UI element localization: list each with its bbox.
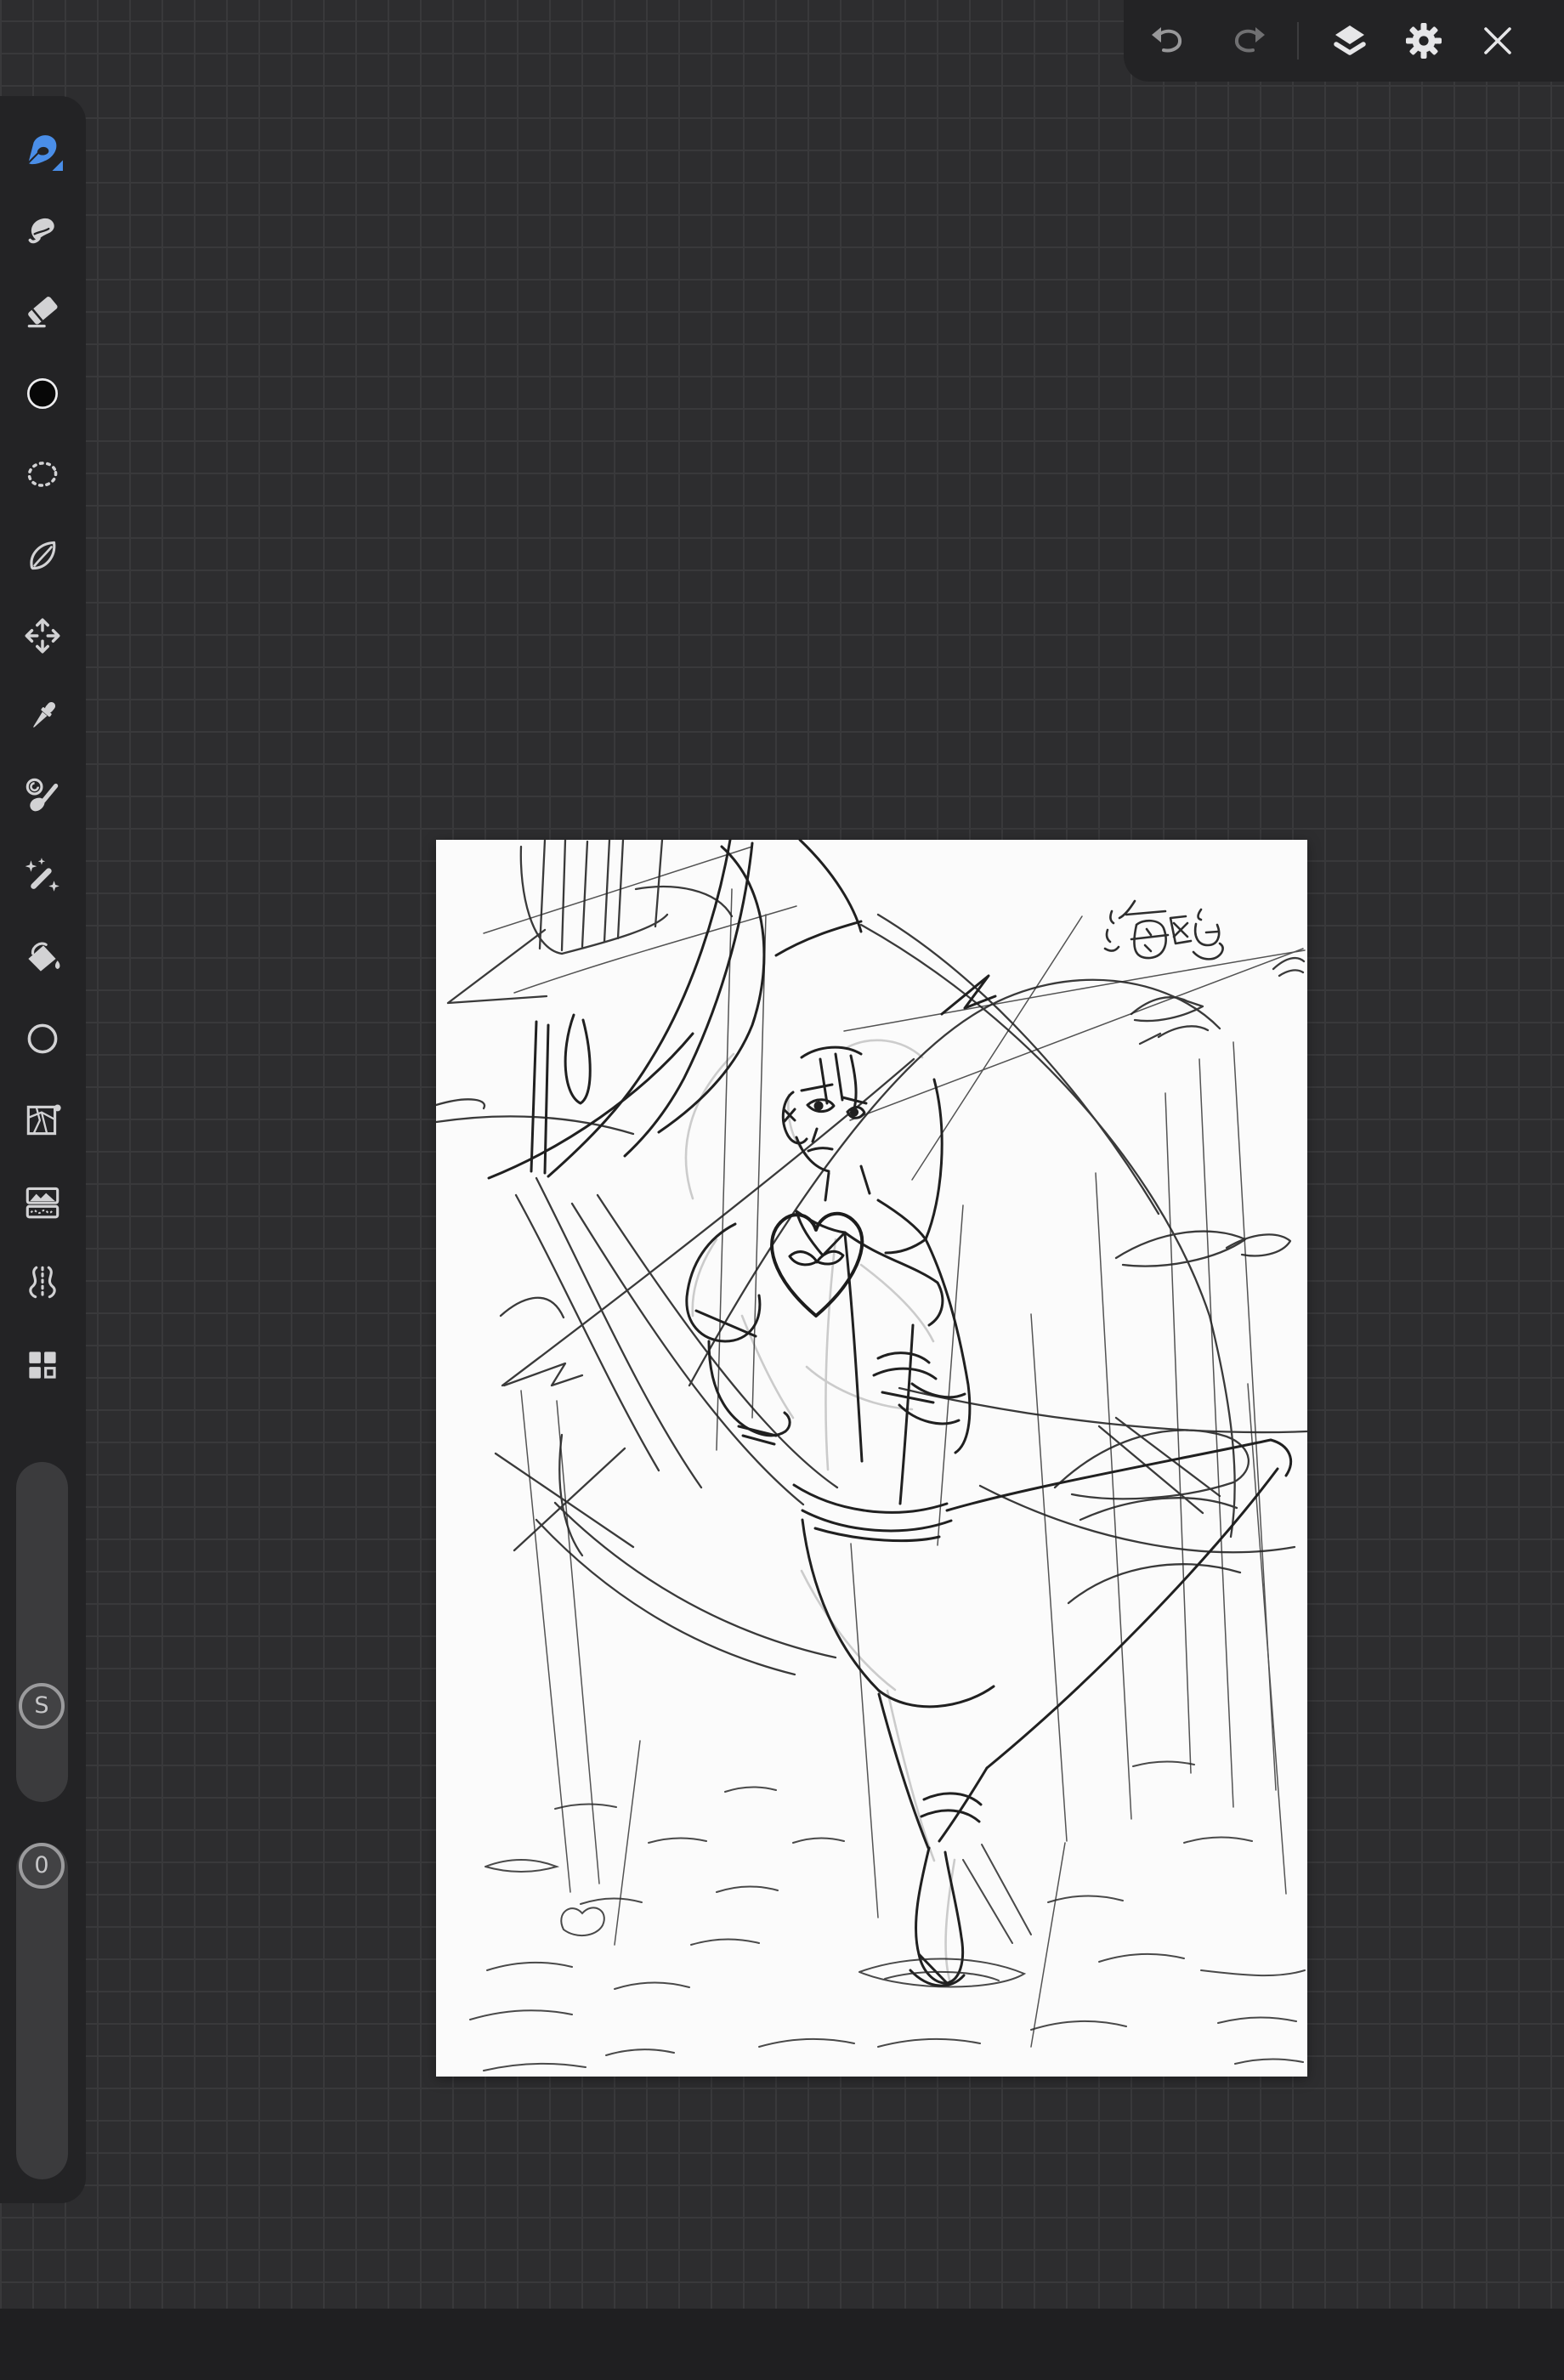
toolbar-divider [1297, 22, 1299, 60]
smudge-finger-icon [21, 218, 64, 252]
mesh-transform-icon [21, 1104, 64, 1145]
top-toolbar [1124, 0, 1564, 82]
tool-move[interactable] [21, 615, 64, 657]
android-navbar [0, 2309, 1564, 2380]
brush-size-knob-label: S [34, 1692, 49, 1719]
tool-eraser[interactable] [21, 292, 64, 334]
app-screen: S 0 [0, 0, 1564, 2380]
magic-wand-icon [21, 858, 64, 901]
symmetry-icon [21, 1266, 64, 1307]
opacity-knob[interactable]: 0 [19, 1843, 65, 1889]
opacity-slider[interactable] [16, 1843, 68, 2179]
undo-button[interactable] [1148, 20, 1189, 61]
tool-leaf-curve[interactable] [21, 535, 64, 577]
tool-image-frames[interactable] [21, 1180, 64, 1222]
color-swatch-icon [21, 377, 64, 418]
lasso-icon [21, 462, 64, 500]
opacity-knob-label: 0 [34, 1852, 49, 1878]
tool-fill-bucket[interactable] [21, 937, 64, 979]
sketch-figure-strokes [685, 1046, 1293, 1987]
redo-arrow-icon [1227, 27, 1268, 65]
layers-button[interactable] [1329, 20, 1370, 61]
leaf-icon [21, 541, 64, 581]
tool-paint-blend[interactable] [21, 774, 64, 817]
brush-icon [21, 135, 64, 175]
canvas-signature [1103, 899, 1224, 960]
layout-grid-icon [21, 1352, 64, 1390]
image-frames-icon [21, 1187, 64, 1226]
tool-color-swatch[interactable] [21, 372, 64, 415]
close-button[interactable] [1477, 20, 1518, 61]
sketch-hair-strokes [487, 838, 997, 1180]
tool-sidebar: S 0 [0, 96, 86, 2203]
blend-brush-icon [21, 778, 64, 820]
close-icon [1477, 27, 1518, 65]
gear-icon [1403, 23, 1444, 65]
eyedropper-icon [21, 701, 64, 741]
tool-mesh-transform[interactable] [21, 1099, 64, 1142]
undo-arrow-icon [1148, 27, 1189, 65]
tool-eyedropper[interactable] [21, 695, 64, 738]
fill-bucket-icon [21, 942, 64, 983]
eraser-icon [21, 297, 64, 337]
tool-lasso-select[interactable] [21, 454, 64, 496]
drawing-canvas[interactable] [434, 838, 1309, 2077]
brush-size-knob[interactable]: S [19, 1683, 65, 1729]
tool-symmetry-warp[interactable] [21, 1261, 64, 1304]
ellipse-icon [21, 1023, 64, 1063]
tool-brush[interactable] [21, 129, 64, 172]
tool-smudge[interactable] [21, 207, 64, 249]
sketch-water-ripples [469, 1760, 1306, 2071]
move-arrows-icon [21, 618, 64, 660]
redo-button[interactable] [1227, 20, 1268, 61]
tool-ellipse-shape[interactable] [21, 1017, 64, 1060]
settings-button[interactable] [1403, 20, 1444, 61]
layers-icon [1329, 26, 1370, 65]
tool-layout-grid[interactable] [21, 1344, 64, 1386]
sketch-scenery-strokes [434, 838, 1309, 1676]
brush-size-slider[interactable] [16, 1462, 68, 1802]
tool-magic-wand[interactable] [21, 855, 64, 898]
